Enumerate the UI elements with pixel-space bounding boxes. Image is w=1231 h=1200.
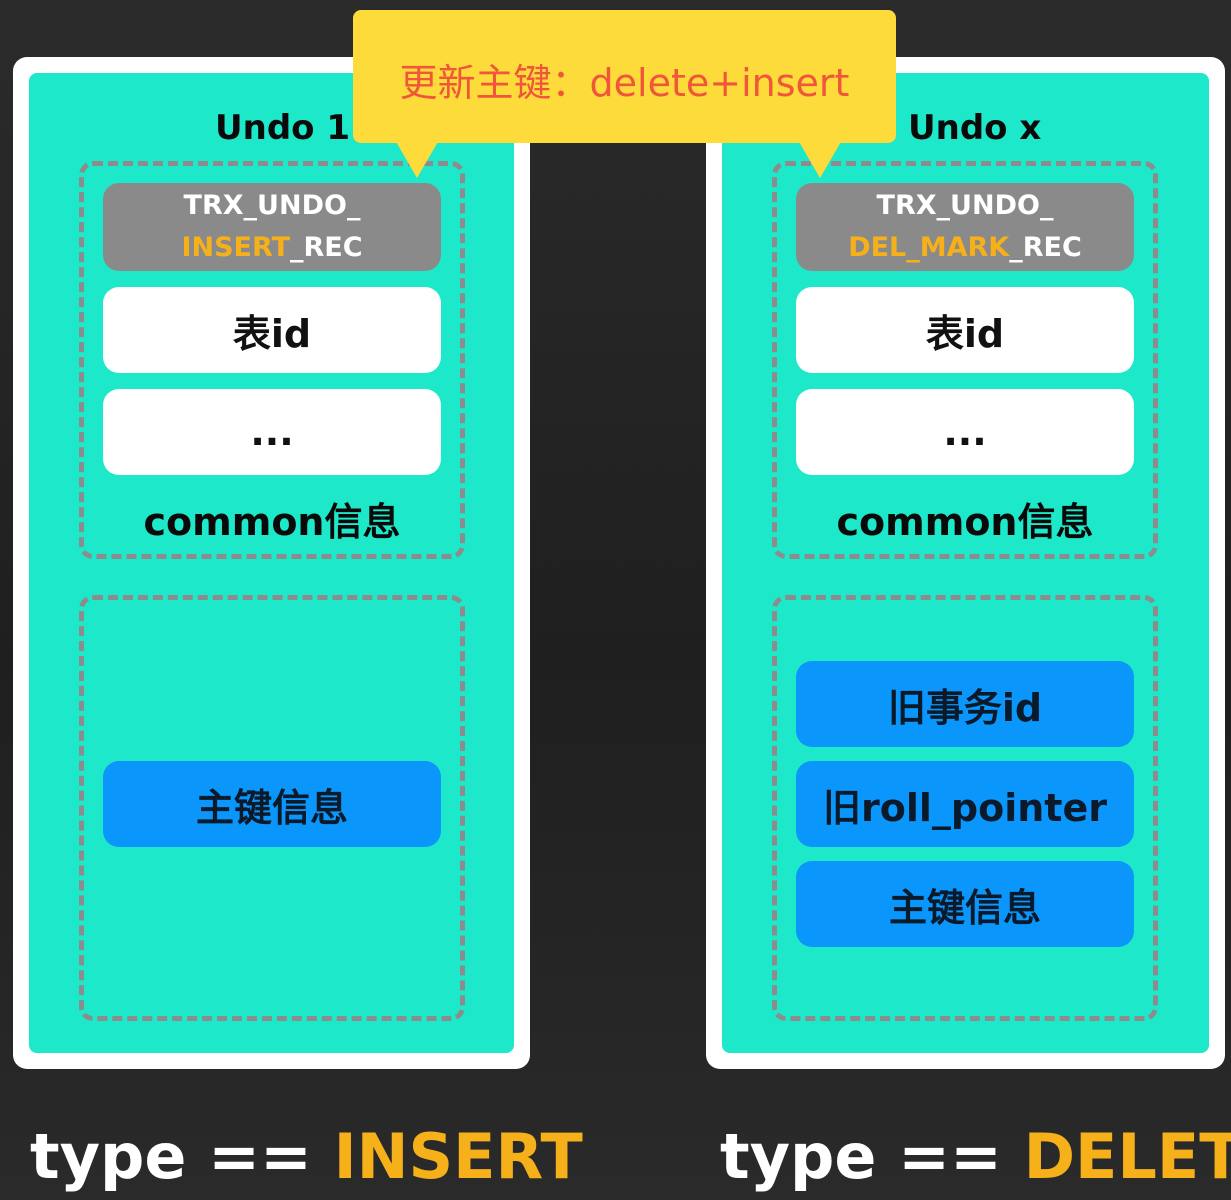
- type-delete-label: type == DELETE: [720, 1120, 1231, 1193]
- old-roll-pointer-field: 旧roll_pointer: [796, 761, 1134, 847]
- record-type-highlight: DEL_MARK: [848, 232, 1010, 263]
- record-type-suffix: _REC: [289, 232, 363, 263]
- callout-text: 更新主键：delete+insert: [399, 61, 850, 105]
- undo-card-insert: Undo 1 TRX_UNDO_ INSERT_REC 表id ... comm…: [13, 57, 530, 1069]
- type-value: INSERT: [333, 1120, 583, 1193]
- old-trx-id-field: 旧事务id: [796, 661, 1134, 747]
- record-type-suffix: _REC: [1009, 232, 1082, 263]
- undo-title: Undo x: [908, 108, 1042, 148]
- undo-title: Undo 1: [215, 108, 351, 148]
- update-primary-key-callout: 更新主键：delete+insert: [353, 10, 896, 143]
- callout-pointer-left: [395, 140, 439, 178]
- record-type-line1: TRX_UNDO_: [876, 190, 1054, 221]
- type-value: DELETE: [1023, 1120, 1231, 1193]
- undo-card-delete: Undo x TRX_UNDO_ DEL_MARK_REC 表id ... co…: [706, 57, 1225, 1069]
- record-type-highlight: INSERT: [181, 232, 290, 263]
- primary-key-field: 主键信息: [103, 761, 441, 847]
- common-info-label: common信息: [143, 500, 401, 544]
- type-prefix: type ==: [30, 1120, 334, 1193]
- table-id-field: 表id: [103, 287, 441, 373]
- more-fields: ...: [103, 389, 441, 475]
- type-insert-label: type == INSERT: [30, 1120, 583, 1193]
- record-type-line1: TRX_UNDO_: [183, 190, 361, 221]
- record-type-line2: INSERT_REC: [181, 227, 362, 269]
- primary-key-field: 主键信息: [796, 861, 1134, 947]
- record-type-line2: DEL_MARK_REC: [848, 227, 1082, 269]
- type-prefix: type ==: [720, 1120, 1024, 1193]
- table-id-field: 表id: [796, 287, 1134, 373]
- record-type-header: TRX_UNDO_ INSERT_REC: [103, 183, 441, 271]
- common-info-label: common信息: [836, 500, 1094, 544]
- undo-card-insert-body: Undo 1 TRX_UNDO_ INSERT_REC 表id ... comm…: [29, 73, 514, 1053]
- more-fields: ...: [796, 389, 1134, 475]
- record-type-header: TRX_UNDO_ DEL_MARK_REC: [796, 183, 1134, 271]
- callout-pointer-right: [798, 140, 842, 178]
- undo-card-delete-body: Undo x TRX_UNDO_ DEL_MARK_REC 表id ... co…: [722, 73, 1209, 1053]
